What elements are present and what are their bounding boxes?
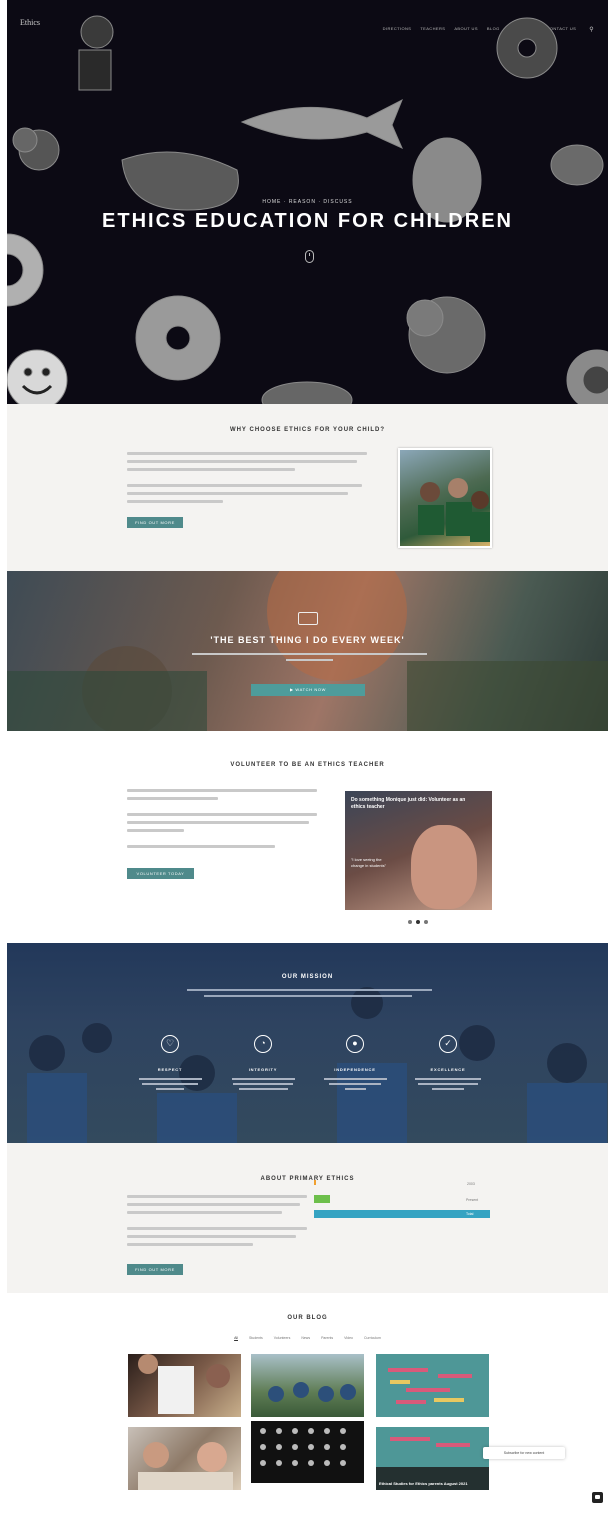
volunteer-portrait bbox=[411, 825, 477, 909]
value-excellence: ✓ EXCELLENCE bbox=[413, 1035, 483, 1093]
filter-volunteers[interactable]: Volunteers bbox=[274, 1336, 291, 1340]
why-title: WHY CHOOSE ETHICS FOR YOUR CHILD? bbox=[229, 427, 386, 433]
filter-video[interactable]: Video bbox=[344, 1336, 353, 1340]
blog-title: OUR BLOG bbox=[287, 1315, 328, 1321]
why-choose-section: WHY CHOOSE ETHICS FOR YOUR CHILD? FIND O… bbox=[7, 404, 608, 571]
filter-students[interactable]: Students bbox=[249, 1336, 263, 1340]
heart-icon: ♡ bbox=[161, 1035, 179, 1053]
about-find-out-more-button[interactable]: FIND OUT MORE bbox=[127, 1264, 183, 1275]
gramophone-illustration bbox=[78, 15, 114, 91]
mission-section: OUR MISSION ♡ RESPECT ◔ INTEGRITY ● INDE… bbox=[7, 943, 608, 1143]
mouse-icon[interactable] bbox=[305, 250, 314, 263]
broccoli-illustration-2 bbox=[406, 296, 486, 374]
stat-label-total: Total bbox=[466, 1212, 474, 1216]
stat-label-2003: 2003 bbox=[467, 1182, 475, 1186]
value-label: EXCELLENCE bbox=[430, 1067, 466, 1072]
volunteer-title: VOLUNTEER TO BE AN ETHICS TEACHER bbox=[230, 762, 385, 768]
video-testimonial-section: 'THE BEST THING I DO EVERY WEEK' ▶ WATCH… bbox=[7, 571, 608, 731]
hero-breadcrumb: HOME · REASON · DISCUSS bbox=[262, 199, 353, 205]
filter-all[interactable]: All bbox=[234, 1336, 238, 1340]
donut-illustration bbox=[496, 17, 558, 79]
chat-icon[interactable] bbox=[592, 1492, 603, 1503]
smiley-illustration bbox=[7, 349, 68, 404]
stat-bar-total bbox=[314, 1210, 490, 1218]
carousel-dots[interactable] bbox=[408, 920, 428, 924]
volunteer-promo-card[interactable]: Do something Monique just did: Volunteer… bbox=[345, 791, 492, 910]
fish-illustration bbox=[240, 98, 403, 149]
check-circle-icon: ✓ bbox=[439, 1035, 457, 1053]
value-integrity: ◔ INTEGRITY bbox=[228, 1035, 298, 1093]
watch-now-button[interactable]: ▶ WATCH NOW bbox=[251, 684, 365, 696]
volunteer-paragraph bbox=[127, 789, 317, 853]
broccoli-illustration bbox=[12, 127, 60, 171]
blog-section: OUR BLOG All Students Volunteers News Pa… bbox=[7, 1293, 608, 1517]
mission-subtext bbox=[187, 989, 432, 1001]
value-label: INTEGRITY bbox=[248, 1067, 278, 1072]
gear-illustration bbox=[7, 233, 44, 307]
video-background-photo bbox=[7, 571, 608, 731]
about-section: ABOUT PRIMARY ETHICS FIND OUT MORE 2003 … bbox=[7, 1143, 608, 1293]
students-classroom-photo bbox=[398, 448, 492, 548]
blog-post-card[interactable]: Ethical Studies for Ethics parents Augus… bbox=[376, 1427, 489, 1490]
blog-post-card[interactable] bbox=[251, 1421, 364, 1483]
stat-bar-2003 bbox=[314, 1180, 316, 1185]
why-find-out-more-button[interactable]: FIND OUT MORE bbox=[127, 517, 183, 528]
video-subtext bbox=[192, 653, 427, 665]
why-paragraph bbox=[127, 452, 367, 508]
blog-filters: All Students Volunteers News Parents Vid… bbox=[7, 1336, 608, 1340]
mission-background-photo bbox=[27, 987, 607, 1143]
value-independence: ● INDEPENDENCE bbox=[320, 1035, 390, 1093]
volunteer-today-button[interactable]: VOLUNTEER TODAY bbox=[127, 868, 194, 879]
filter-news[interactable]: News bbox=[301, 1336, 310, 1340]
blog-post-card[interactable] bbox=[128, 1354, 241, 1417]
blog-post-card[interactable] bbox=[128, 1427, 241, 1490]
bagel-illustration bbox=[135, 295, 221, 381]
value-label: INDEPENDENCE bbox=[334, 1067, 376, 1072]
clock-icon: ◔ bbox=[254, 1035, 272, 1053]
stat-bar-present bbox=[314, 1195, 330, 1203]
bowl-illustration bbox=[261, 381, 353, 404]
value-label: RESPECT bbox=[157, 1067, 183, 1072]
blog-post-card[interactable] bbox=[251, 1354, 364, 1417]
kettle-illustration bbox=[550, 144, 604, 186]
video-quote: 'THE BEST THING I DO EVERY WEEK' bbox=[210, 635, 405, 645]
filter-curriculum[interactable]: Curriculum bbox=[364, 1336, 381, 1340]
video-camera-icon bbox=[298, 612, 318, 625]
hero-section: Ethics DIRECTIONS TEACHERS ABOUT US BLOG… bbox=[7, 0, 608, 404]
mission-title: OUR MISSION bbox=[281, 974, 334, 980]
stat-label-present: Present bbox=[466, 1198, 479, 1202]
hero-title: ETHICS EDUCATION FOR CHILDREN bbox=[102, 210, 513, 232]
card-quote: "I love seeing the change in students" bbox=[351, 857, 386, 868]
volunteer-section: VOLUNTEER TO BE AN ETHICS TEACHER VOLUNT… bbox=[7, 731, 608, 943]
blog-post-title[interactable]: Ethical Studies for Ethics parents Augus… bbox=[379, 1481, 468, 1487]
subscribe-tooltip: Subscribe for new content bbox=[483, 1447, 565, 1459]
blog-post-card[interactable] bbox=[376, 1354, 489, 1417]
about-paragraph bbox=[127, 1195, 307, 1251]
filter-parents[interactable]: Parents bbox=[321, 1336, 333, 1340]
about-title: ABOUT PRIMARY ETHICS bbox=[260, 1176, 355, 1182]
value-respect: ♡ RESPECT bbox=[135, 1035, 205, 1093]
person-icon: ● bbox=[346, 1035, 364, 1053]
wheel-illustration bbox=[566, 349, 608, 404]
card-caption: Do something Monique just did: Volunteer… bbox=[351, 797, 466, 810]
